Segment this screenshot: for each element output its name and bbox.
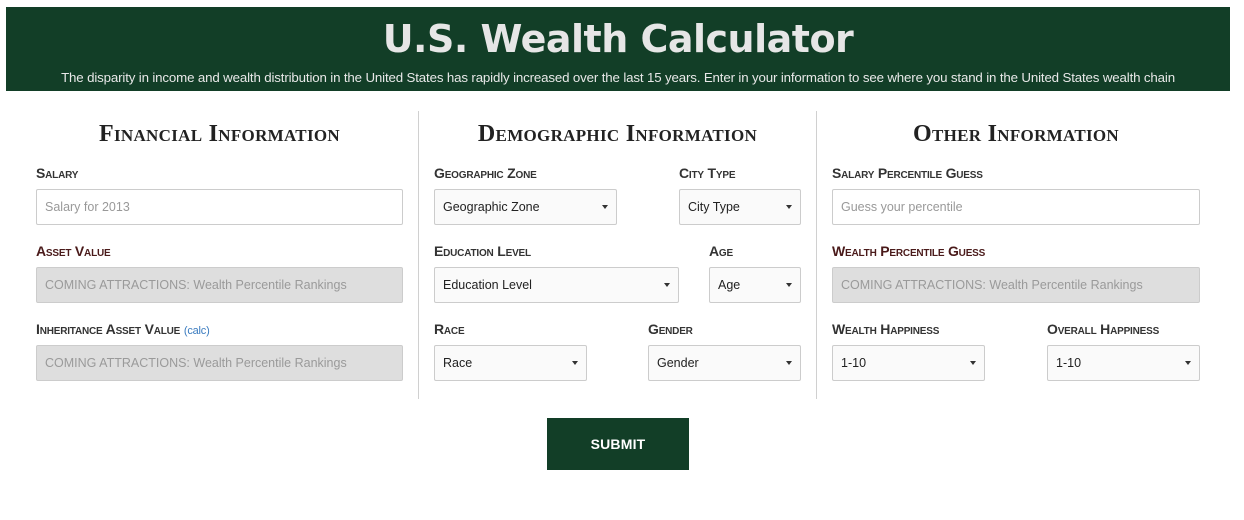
demographic-title: Demographic Information bbox=[477, 121, 758, 147]
salary-guess-label: Salary Percentile Guess bbox=[832, 165, 983, 181]
demographic-section: Demographic Information Geographic Zone … bbox=[434, 111, 801, 399]
gender-select[interactable]: Gender bbox=[648, 345, 801, 381]
gender-value: Gender bbox=[657, 356, 699, 370]
overall-happiness-label: Overall Happiness bbox=[1047, 321, 1160, 337]
wealth-guess-label: Wealth Percentile Guess bbox=[832, 243, 986, 259]
education-level-label: Education Level bbox=[434, 243, 531, 259]
geographic-zone-label: Geographic Zone bbox=[434, 165, 537, 181]
financial-title: Financial Information bbox=[99, 121, 340, 147]
other-section: Other Information Salary Percentile Gues… bbox=[832, 111, 1200, 399]
caret-down-icon bbox=[602, 205, 608, 209]
other-title: Other Information bbox=[913, 121, 1119, 147]
race-label: Race bbox=[434, 321, 465, 337]
wealth-happiness-label: Wealth Happiness bbox=[832, 321, 940, 337]
geographic-zone-value: Geographic Zone bbox=[443, 200, 540, 214]
caret-down-icon bbox=[572, 361, 578, 365]
race-select[interactable]: Race bbox=[434, 345, 587, 381]
inheritance-label-text: Inheritance Asset Value bbox=[36, 321, 181, 337]
overall-happiness-select[interactable]: 1-10 bbox=[1047, 345, 1200, 381]
caret-down-icon bbox=[1185, 361, 1191, 365]
wealth-happiness-value: 1-10 bbox=[841, 356, 867, 370]
education-level-value: Education Level bbox=[443, 278, 532, 292]
salary-input[interactable]: Salary for 2013 bbox=[36, 189, 403, 225]
overall-happiness-value: 1-10 bbox=[1056, 356, 1082, 370]
city-type-label: City Type bbox=[679, 165, 736, 181]
age-label: Age bbox=[709, 243, 733, 259]
financial-section: Financial Information Salary Salary for … bbox=[36, 111, 403, 399]
city-type-select[interactable]: City Type bbox=[679, 189, 801, 225]
wealth-guess-input: COMING ATTRACTIONS: Wealth Percentile Ra… bbox=[832, 267, 1200, 303]
calc-link[interactable]: (calc) bbox=[184, 325, 210, 337]
caret-down-icon bbox=[786, 283, 792, 287]
race-value: Race bbox=[443, 356, 473, 370]
salary-guess-input[interactable]: Guess your percentile bbox=[832, 189, 1200, 225]
page-title: U.S. Wealth Calculator bbox=[382, 17, 854, 61]
page-subtitle: The disparity in income and wealth distr… bbox=[61, 70, 1175, 85]
submit-button[interactable]: SUBMIT bbox=[547, 418, 689, 470]
caret-down-icon bbox=[786, 361, 792, 365]
city-type-value: City Type bbox=[688, 200, 740, 214]
column-divider bbox=[816, 111, 817, 399]
geographic-zone-select[interactable]: Geographic Zone bbox=[434, 189, 617, 225]
age-value: Age bbox=[718, 278, 741, 292]
caret-down-icon bbox=[786, 205, 792, 209]
salary-label: Salary bbox=[36, 165, 79, 181]
page-header: U.S. Wealth Calculator The disparity in … bbox=[6, 7, 1230, 91]
column-divider bbox=[418, 111, 419, 399]
asset-value-label: Asset Value bbox=[36, 243, 111, 259]
inheritance-input: COMING ATTRACTIONS: Wealth Percentile Ra… bbox=[36, 345, 403, 381]
inheritance-label: Inheritance Asset Value (calc) bbox=[36, 320, 210, 340]
age-select[interactable]: Age bbox=[709, 267, 801, 303]
asset-value-input: COMING ATTRACTIONS: Wealth Percentile Ra… bbox=[36, 267, 403, 303]
caret-down-icon bbox=[664, 283, 670, 287]
wealth-happiness-select[interactable]: 1-10 bbox=[832, 345, 985, 381]
education-level-select[interactable]: Education Level bbox=[434, 267, 679, 303]
gender-label: Gender bbox=[648, 321, 693, 337]
caret-down-icon bbox=[970, 361, 976, 365]
